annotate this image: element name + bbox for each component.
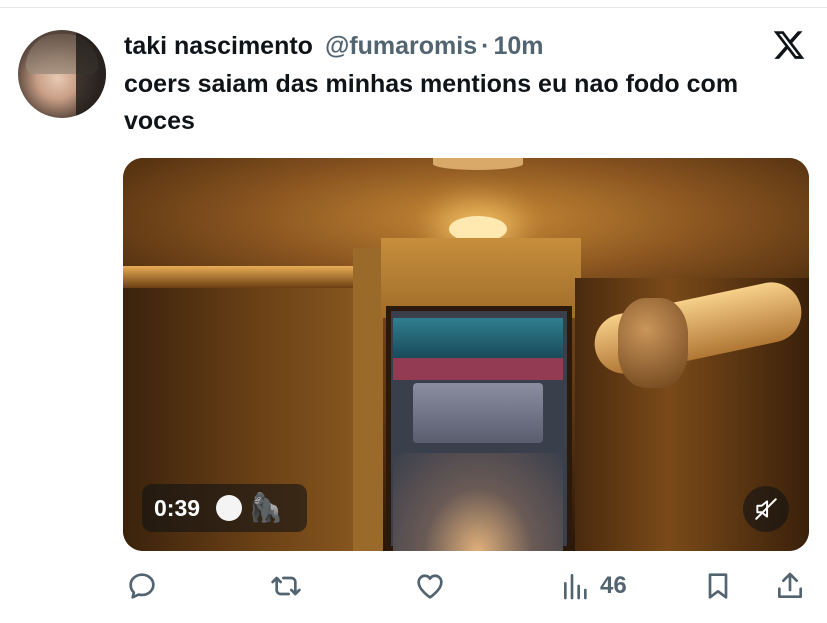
views-button[interactable]: 46 xyxy=(560,566,627,606)
like-button[interactable] xyxy=(414,566,446,606)
separator-dot: · xyxy=(481,31,490,60)
unmute-button[interactable] xyxy=(743,486,789,532)
author-handle[interactable]: @fumaromis xyxy=(325,32,477,61)
views-count: 46 xyxy=(600,572,627,599)
retweet-button[interactable] xyxy=(270,566,302,606)
top-divider xyxy=(0,0,827,8)
tweet-text: coers saiam das minhas mentions eu nao f… xyxy=(124,70,739,135)
bookmark-icon xyxy=(708,573,728,599)
video-duration-badge: 0:39 🦍 xyxy=(142,484,307,532)
like-icon xyxy=(417,574,443,599)
avatar[interactable] xyxy=(18,30,106,118)
action-bar: 46 xyxy=(0,566,827,606)
tweet-header: taki nascimento @fumaromis · 10m xyxy=(124,30,544,62)
muted-speaker-icon xyxy=(755,498,777,520)
author-name[interactable]: taki nascimento xyxy=(124,32,313,61)
video-duration: 0:39 xyxy=(154,494,201,521)
gorilla-emoji: 🦍 xyxy=(248,492,283,523)
retweet-icon xyxy=(271,576,301,596)
circle-icon xyxy=(216,495,243,521)
x-logo-icon[interactable] xyxy=(772,28,806,62)
reply-button[interactable] xyxy=(126,566,158,606)
views-icon xyxy=(564,574,587,600)
reply-icon xyxy=(129,573,155,599)
share-icon xyxy=(778,572,802,598)
bookmark-button[interactable] xyxy=(702,566,734,606)
share-button[interactable] xyxy=(774,566,806,606)
timestamp[interactable]: 10m xyxy=(493,32,543,61)
